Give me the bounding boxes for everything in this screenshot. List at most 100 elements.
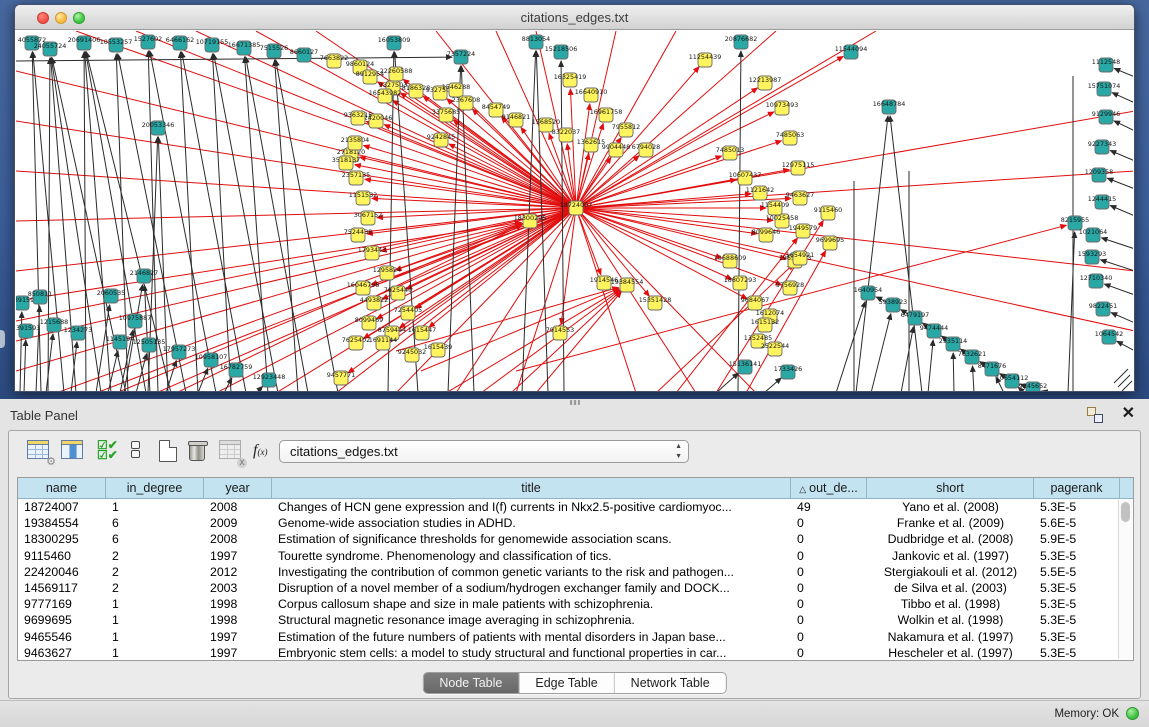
cell-pagerank: 5.5E-5	[1034, 564, 1120, 580]
combo-arrows-icon: ▲▼	[675, 442, 682, 462]
graph-node-label: 7524438	[344, 228, 372, 236]
table-row[interactable]: 1830029562008Estimation of significance …	[18, 531, 1133, 547]
graph-node-label: 9463627	[786, 191, 814, 199]
table-mode-icon[interactable]: ⚙	[27, 440, 53, 464]
graph-node-label: 1215688	[40, 318, 68, 326]
graph-node-label: 1949579	[789, 224, 817, 232]
table-select-dropdown[interactable]: citations_edges.txt ▲▼	[279, 440, 689, 463]
graph-node-label: 9457771	[327, 371, 355, 379]
table-row[interactable]: 911546021997Tourette syndrome. Phenomeno…	[18, 548, 1133, 564]
graph-node-label: 7632621	[958, 350, 986, 358]
memory-ok-indicator-icon[interactable]	[1126, 707, 1139, 720]
tab-node-table[interactable]: Node Table	[423, 673, 519, 693]
network-window-title: citations_edges.txt	[15, 10, 1134, 25]
network-window: citations_edges.txt 40558722405572420691…	[14, 4, 1135, 392]
cell-out_degree: 0	[791, 515, 867, 531]
graph-node-label: 3067152	[354, 211, 382, 219]
table-row[interactable]: 977716911998Corpus callosum shape and si…	[18, 596, 1133, 612]
cell-in_degree: 1	[106, 629, 204, 645]
cell-title: Tourette syndrome. Phenomenology and cla…	[272, 548, 791, 564]
delete-table-icon: x	[219, 440, 245, 464]
cell-year: 2008	[204, 499, 272, 515]
graph-node-label: 9115460	[814, 206, 842, 214]
table-row[interactable]: 946554611997Estimation of the future num…	[18, 629, 1133, 645]
row-height-icon[interactable]	[131, 440, 157, 464]
graph-node-label: 6479197	[901, 311, 929, 319]
cell-name: 18300295	[18, 531, 106, 547]
table-row[interactable]: 1938455462009Genome-wide association stu…	[18, 515, 1133, 531]
cell-in_degree: 1	[106, 612, 204, 628]
graph-node-label: 1234273	[64, 326, 92, 334]
graph-node-label: 15351428	[639, 296, 672, 304]
network-canvas[interactable]: 4055872240557242069140610553257152760264…	[16, 31, 1133, 391]
network-desktop: citations_edges.txt 40558722405572420691…	[0, 0, 1149, 399]
show-column-icon[interactable]	[61, 440, 87, 464]
graph-node-label: 18724007	[560, 201, 593, 209]
graph-node-label: 16543982	[369, 89, 402, 97]
cell-pagerank: 5.3E-5	[1034, 499, 1120, 515]
cell-pagerank: 5.6E-5	[1034, 515, 1120, 531]
table-select-value: citations_edges.txt	[290, 444, 398, 459]
column-header-year[interactable]: year	[204, 478, 272, 498]
cell-short: Dudbridge et al. (2008)	[867, 531, 1034, 547]
tab-edge-table[interactable]: Edge Table	[519, 673, 614, 693]
cell-name: 9115460	[18, 548, 106, 564]
cell-pagerank: 5.3E-5	[1034, 548, 1120, 564]
cell-title: Structural magnetic resonance image aver…	[272, 612, 791, 628]
graph-node-label: 9245032	[398, 348, 426, 356]
column-header-pagerank[interactable]: pagerank	[1034, 478, 1120, 498]
cell-out_degree: 0	[791, 548, 867, 564]
graph-node-label: 1691144	[369, 336, 397, 344]
table-panel-title: Table Panel	[10, 408, 78, 423]
column-header-short[interactable]: short	[867, 478, 1034, 498]
graph-node-label: 1640954	[854, 286, 882, 294]
graph-node-label: 16961758	[590, 108, 623, 116]
graph-node-label: 10719155	[196, 38, 229, 46]
network-window-titlebar[interactable]: citations_edges.txt	[15, 5, 1134, 30]
column-header-title[interactable]: title	[272, 478, 791, 498]
table-row[interactable]: 2242004622012Investigating the contribut…	[18, 564, 1133, 580]
table-panel: Table Panel ✕ ⚙ ☑✔☑✔	[0, 399, 1149, 700]
cell-in_degree: 6	[106, 515, 204, 531]
column-header-name[interactable]: name	[18, 478, 106, 498]
tab-network-table[interactable]: Network Table	[615, 673, 726, 693]
table-row[interactable]: 1872400712008Changes of HCN gene express…	[18, 499, 1133, 515]
memory-status-label: Memory: OK	[1054, 708, 1119, 720]
table-panel-body: ⚙ ☑✔☑✔ x f(x)	[8, 430, 1141, 699]
scrollbar-thumb[interactable]	[1121, 502, 1130, 522]
column-header-out_de[interactable]: △out_de...	[791, 478, 867, 498]
cell-in_degree: 1	[106, 499, 204, 515]
graph-node-label: 10975887	[119, 314, 152, 322]
citation-graph[interactable]: 4055872240557242069140610553257152760264…	[16, 31, 1133, 391]
select-rows-icon[interactable]: ☑✔☑✔	[97, 440, 123, 464]
graph-node-label: 1615132	[751, 318, 779, 326]
close-panel-icon[interactable]: ✕	[1122, 405, 1135, 423]
graph-node-label: 8099469	[355, 316, 383, 324]
graph-node-label: 11544094	[835, 45, 868, 53]
table-row[interactable]: 1456911722003Disruption of a novel membe…	[18, 580, 1133, 596]
column-header-in_degree[interactable]: in_degree	[106, 478, 204, 498]
panel-collapse-handle[interactable]	[0, 330, 5, 348]
table-header-row: namein_degreeyeartitle△out_de...shortpag…	[18, 478, 1133, 499]
delete-rows-trash-icon[interactable]	[189, 440, 215, 464]
cell-pagerank: 5.9E-5	[1034, 531, 1120, 547]
cell-title: Corpus callosum shape and size in male p…	[272, 596, 791, 612]
table-row[interactable]: 946362711997Embryonic stem cells: a mode…	[18, 645, 1133, 661]
graph-node-label: 1145194	[106, 335, 134, 343]
graph-node-label: 8813054	[522, 35, 550, 43]
function-builder-icon[interactable]: f(x)	[253, 442, 279, 466]
graph-node-label: 1209358	[1085, 168, 1113, 176]
new-table-icon[interactable]	[159, 440, 185, 464]
table-row[interactable]: 969969511998Structural magnetic resonanc…	[18, 612, 1133, 628]
graph-node-label: 16325419	[554, 73, 587, 81]
vertical-scrollbar[interactable]	[1118, 500, 1132, 659]
cell-pagerank: 5.3E-5	[1034, 596, 1120, 612]
graph-node-label: 7625402	[342, 336, 370, 344]
graph-node-label: 7357224	[447, 50, 475, 58]
cell-year: 2008	[204, 531, 272, 547]
cell-year: 1997	[204, 645, 272, 661]
table-body: 1872400712008Changes of HCN gene express…	[18, 499, 1133, 661]
graph-node-label: 20876682	[725, 35, 758, 43]
float-panel-icon[interactable]	[1087, 407, 1103, 423]
graph-node-label: 1733426	[774, 365, 802, 373]
